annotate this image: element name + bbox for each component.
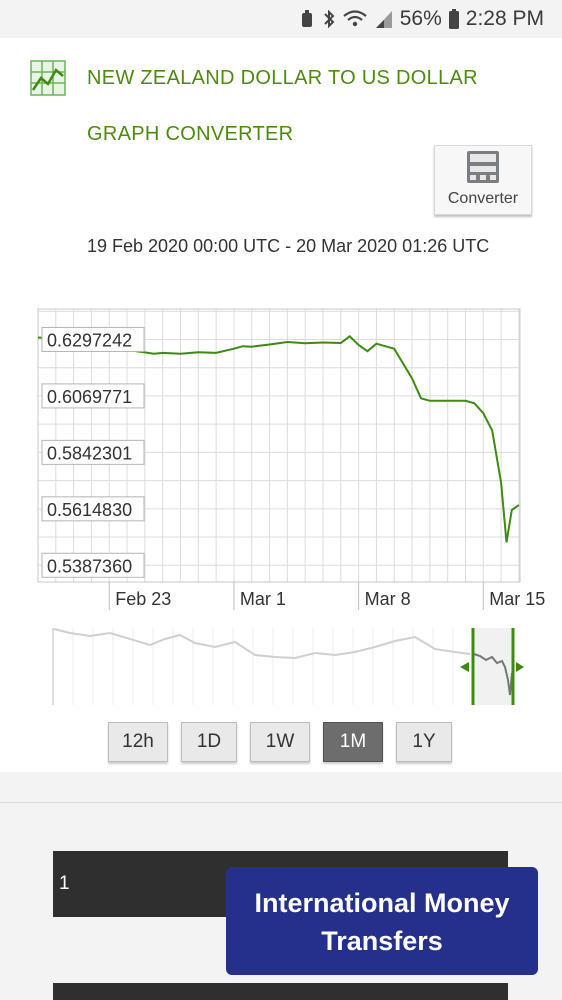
- alarm-icon: [301, 10, 312, 27]
- chart-icon: [30, 60, 66, 96]
- battery-percent: 56%: [399, 7, 442, 30]
- status-icons: 56% 2:28 PM: [298, 6, 544, 32]
- bluetooth-icon: [324, 9, 335, 29]
- y-tick-label: 0.5614830: [47, 500, 132, 520]
- amount-value: 1: [59, 873, 70, 894]
- banner-line2: Transfers: [321, 926, 443, 956]
- range-button-1y[interactable]: 1Y: [396, 722, 452, 762]
- international-transfers-banner[interactable]: International Money Transfers: [226, 867, 538, 975]
- banner-line1: International Money: [254, 888, 510, 918]
- calculator-icon: [467, 151, 499, 183]
- y-tick-label: 0.5842301: [47, 443, 132, 463]
- clock: 2:28 PM: [465, 7, 544, 30]
- y-tick-label: 0.6069771: [47, 387, 132, 407]
- navigator-selection: [473, 628, 513, 705]
- range-button-1d[interactable]: 1D: [181, 722, 237, 762]
- date-range: 19 Feb 2020 00:00 UTC - 20 Mar 2020 01:2…: [87, 236, 490, 256]
- y-tick-label: 0.5387360: [47, 556, 132, 576]
- range-navigator[interactable]: [0, 625, 562, 707]
- signal-icon: [375, 11, 392, 28]
- range-button-12h[interactable]: 12h: [108, 722, 168, 762]
- y-tick-label: 0.6297242: [47, 330, 132, 350]
- status-bar: 56% 2:28 PM: [0, 0, 562, 38]
- converter-button-label: Converter: [447, 190, 519, 207]
- x-tick-label: Mar 15: [489, 589, 545, 609]
- x-tick-label: Mar 1: [240, 589, 286, 609]
- converted-amount-field[interactable]: [53, 983, 508, 1000]
- converter-button[interactable]: Converter: [434, 145, 532, 215]
- x-tick-label: Feb 23: [115, 589, 171, 609]
- battery-icon: [448, 9, 459, 29]
- range-button-1m[interactable]: 1M: [323, 722, 383, 762]
- page-title-line2: GRAPH CONVERTER: [87, 123, 294, 145]
- section-divider: [0, 772, 562, 803]
- rate-chart[interactable]: Feb 23 Mar 1 Mar 8 Mar 15 0.6297242 0.606977…: [0, 300, 562, 620]
- range-selector: 12h 1D 1W 1M 1Y: [108, 722, 452, 762]
- wifi-icon: [343, 10, 367, 27]
- range-button-1w[interactable]: 1W: [250, 722, 310, 762]
- page-title-line1: NEW ZEALAND DOLLAR TO US DOLLAR: [87, 67, 478, 89]
- x-tick-label: Mar 8: [365, 589, 411, 609]
